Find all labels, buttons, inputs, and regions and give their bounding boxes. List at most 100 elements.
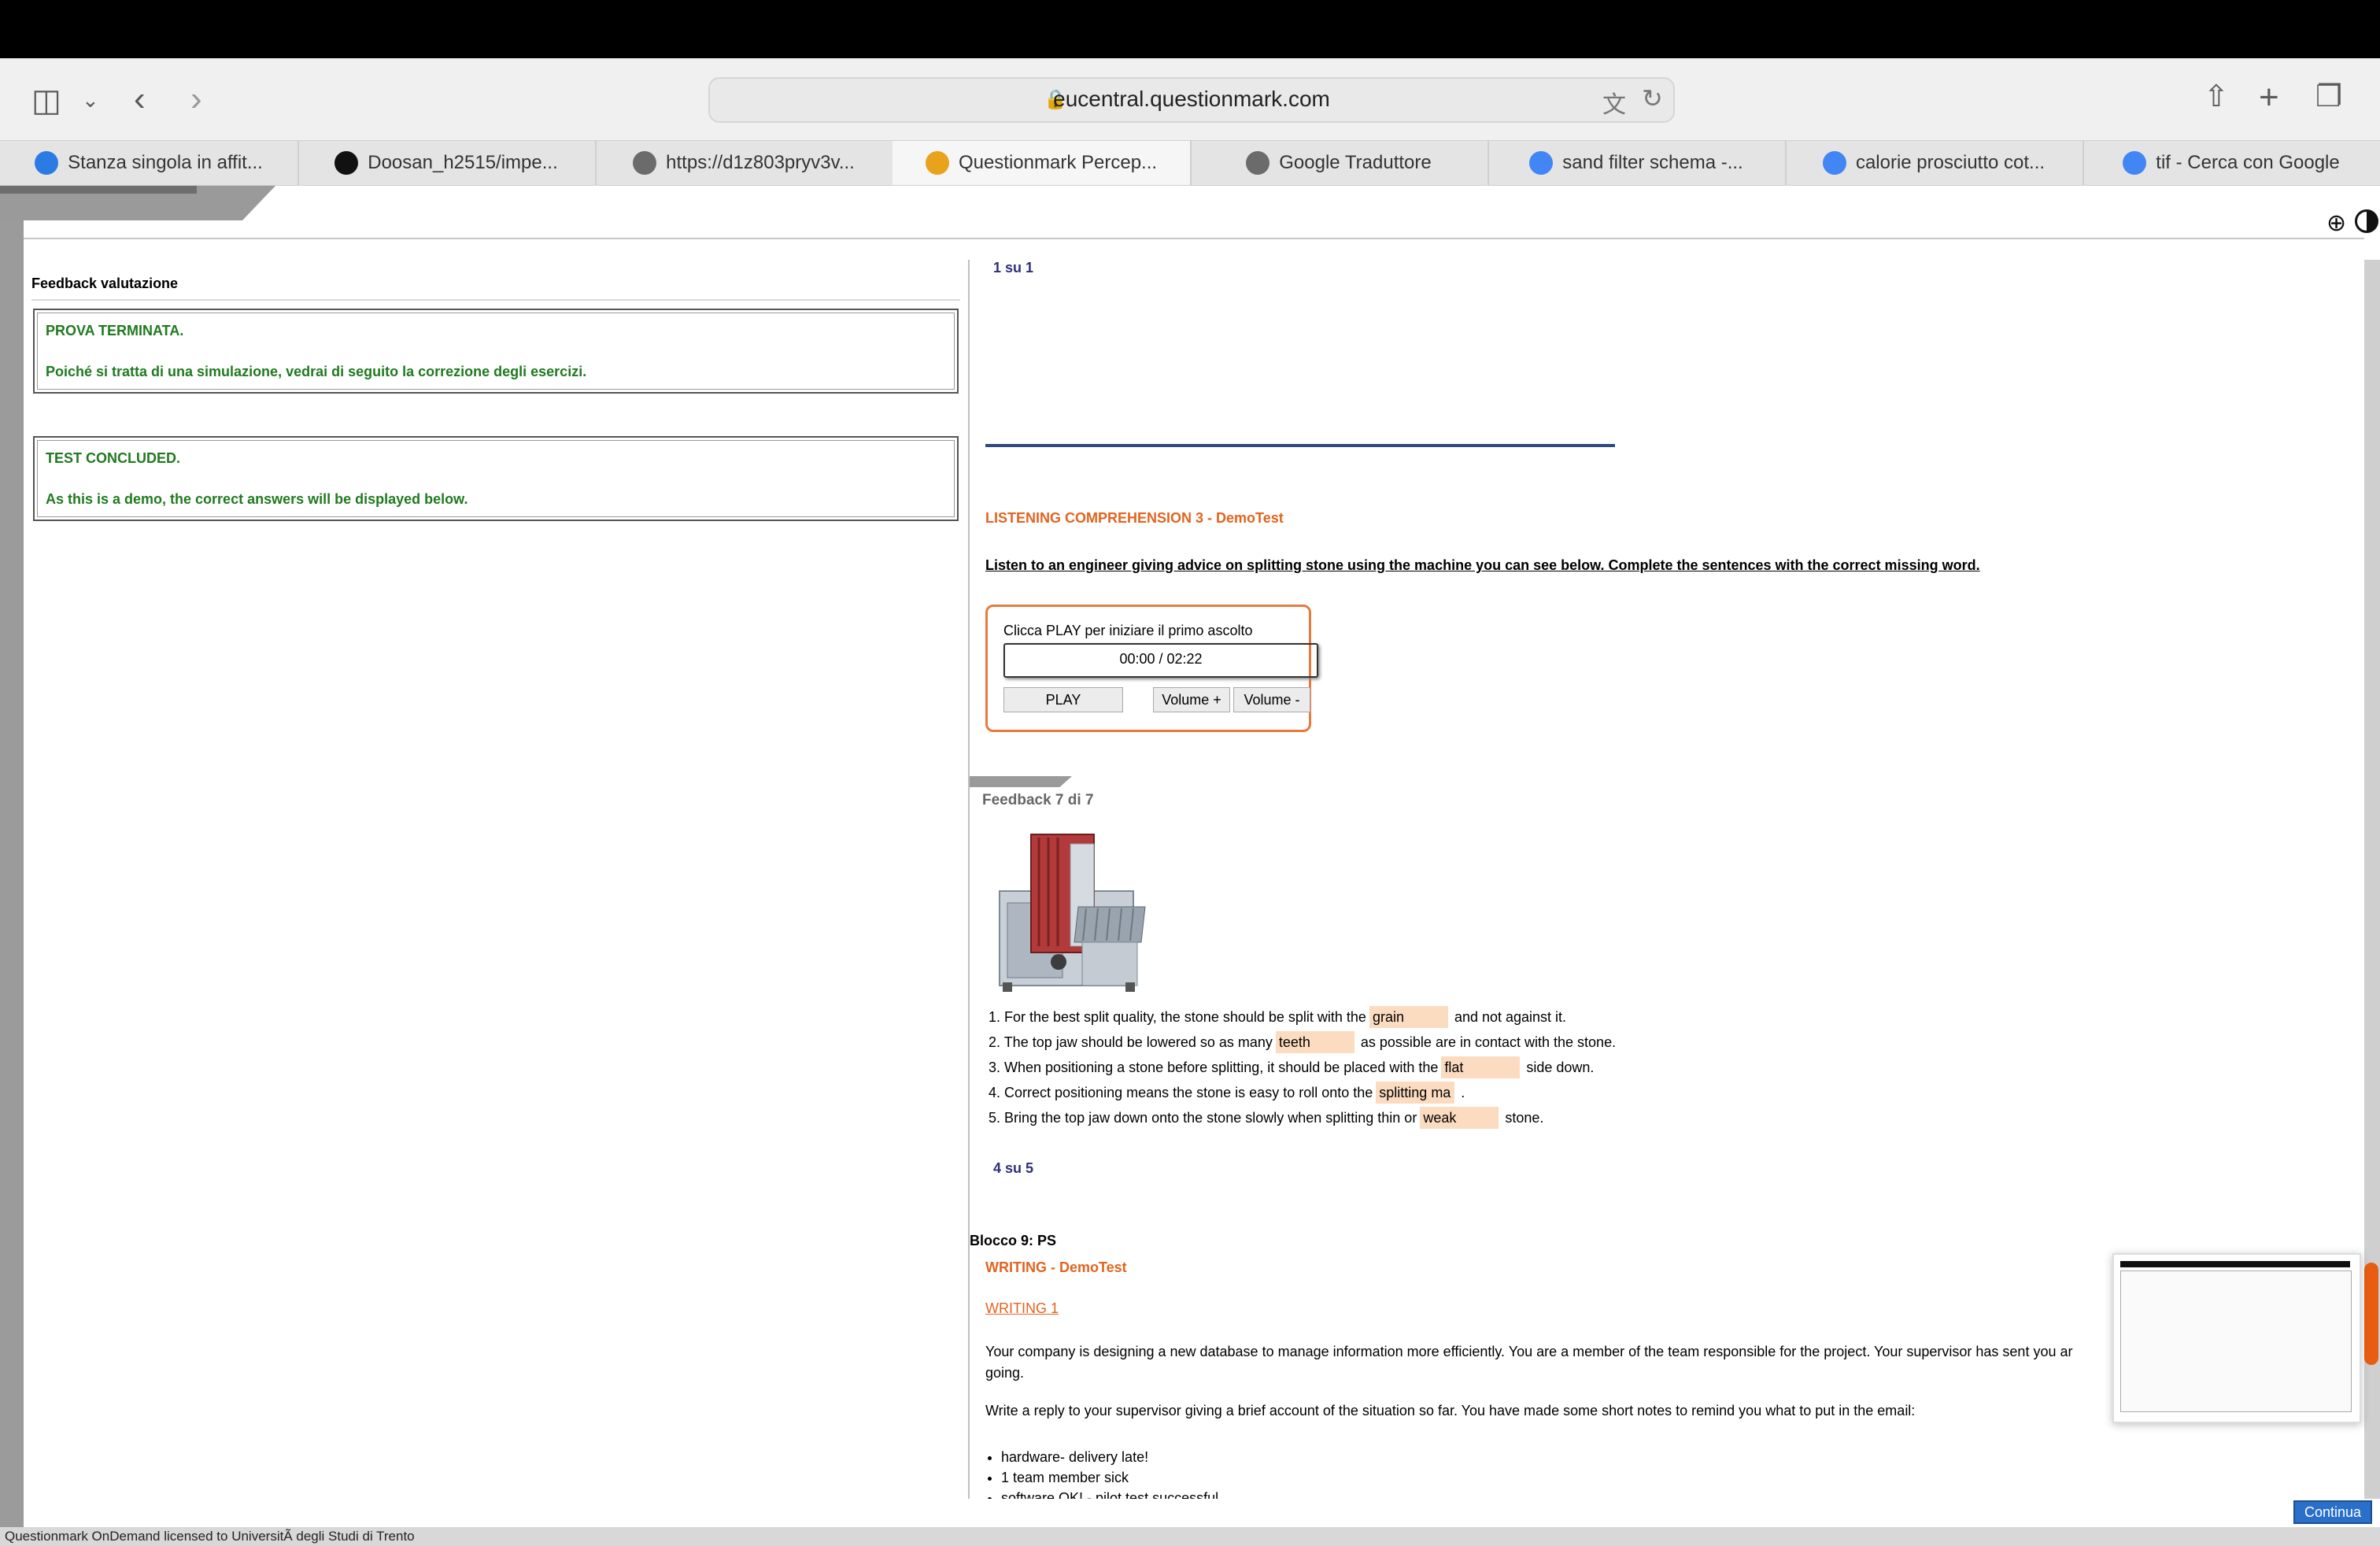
- volume-up-button[interactable]: Volume +: [1153, 687, 1230, 712]
- back-icon[interactable]: ‹: [134, 82, 146, 117]
- header-banner-accent: [0, 186, 197, 194]
- writing-link[interactable]: WRITING 1: [985, 1300, 1059, 1317]
- stone-splitter-machine-image: [999, 834, 1146, 992]
- sentence-item: 2. The top jaw should be lowered so as m…: [989, 1031, 1616, 1053]
- feedback-message: As this is a demo, the correct answers w…: [46, 491, 468, 507]
- tab-label: Google Traduttore: [1279, 152, 1432, 173]
- url-text: eucentral.questionmark.com: [1053, 87, 1330, 111]
- notes-clip: hardware- delivery late! 1 team member s…: [970, 1441, 2364, 1499]
- tab-2[interactable]: https://d1z803pryv3v...: [595, 141, 894, 185]
- share-icon[interactable]: ⇧: [2204, 82, 2229, 112]
- sentence-item: 5. Bring the top jaw down onto the stone…: [989, 1107, 1543, 1129]
- list-item: software OK! - pilot test successful: [1001, 1488, 1218, 1499]
- answer-field[interactable]: weak: [1420, 1107, 1499, 1129]
- play-button[interactable]: PLAY: [1003, 687, 1123, 712]
- tab-label: https://d1z803pryv3v...: [666, 152, 855, 173]
- player-label: Clicca PLAY per iniziare il primo ascolt…: [1003, 623, 1253, 638]
- tab-label: Stanza singola in affit...: [68, 152, 263, 173]
- feedback-title: Feedback valutazione: [31, 276, 179, 291]
- zoom-icon[interactable]: ⊕: [2326, 209, 2346, 237]
- reload-icon[interactable]: ↻: [1642, 83, 1663, 113]
- sentence-item: 4. Correct positioning means the stone i…: [989, 1082, 1465, 1104]
- tab-0[interactable]: Stanza singola in affit...: [0, 141, 299, 185]
- thumbnail-page: [2120, 1270, 2352, 1412]
- sentence-before: 4. Correct positioning means the stone i…: [989, 1085, 1373, 1100]
- thumbnail-header: [2120, 1261, 2350, 1267]
- tab-5[interactable]: sand filter schema -...: [1488, 141, 1787, 185]
- feedback-counter: Feedback 7 di 7: [982, 792, 1094, 808]
- sentence-before: 3. When positioning a stone before split…: [989, 1060, 1439, 1075]
- sentence-item: 1. For the best split quality, the stone…: [989, 1006, 1566, 1028]
- writing-prompt: Your company is designing a new database…: [985, 1344, 2073, 1381]
- sentence-after: side down.: [1526, 1060, 1595, 1075]
- feedback-message: Poiché si tratta di una simulazione, ved…: [46, 364, 587, 379]
- feedback-heading: PROVA TERMINATA.: [46, 323, 184, 338]
- sidebar-toggle-icon[interactable]: ◫: [31, 85, 61, 117]
- google-icon: [2123, 151, 2147, 175]
- tab-label: calorie prosciutto cot...: [1855, 152, 2046, 173]
- sentence-before: 2. The top jaw should be lowered so as m…: [989, 1034, 1273, 1050]
- tab-7[interactable]: tif - Cerca con Google: [2082, 141, 2380, 185]
- feedback-divider: [31, 299, 960, 301]
- sentence-after: .: [1461, 1085, 1465, 1100]
- feedback-heading: TEST CONCLUDED.: [46, 450, 180, 466]
- page-header-strip: [24, 186, 2364, 239]
- page-preview-thumbnail[interactable]: [2112, 1253, 2361, 1423]
- feedback-box-italian: PROVA TERMINATA. Poiché si tratta di una…: [33, 309, 959, 394]
- notes-list: hardware- delivery late! 1 team member s…: [985, 1447, 1218, 1499]
- c-icon: [633, 151, 657, 175]
- chevron-down-icon[interactable]: ⌄: [82, 90, 99, 110]
- g-icon: [1246, 151, 1270, 175]
- answer-field[interactable]: flat: [1441, 1056, 1521, 1078]
- question-counter: 1 su 1: [993, 260, 1034, 276]
- tab-label: sand filter schema -...: [1562, 152, 1743, 173]
- scrollbar-thumb[interactable]: [2364, 1263, 2378, 1365]
- status-bar: Questionmark OnDemand licensed to Univer…: [0, 1527, 2380, 1546]
- list-item: hardware- delivery late!: [1001, 1447, 1218, 1467]
- sentence-before: 5. Bring the top jaw down onto the stone…: [989, 1110, 1417, 1126]
- tab-label: Doosan_h2515/impe...: [368, 152, 558, 173]
- writing-instructions: Write a reply to your supervisor giving …: [985, 1403, 1916, 1418]
- section-title: LISTENING COMPREHENSION 3 - DemoTest: [985, 510, 1284, 526]
- tab-4[interactable]: Google Traduttore: [1190, 141, 1489, 185]
- block-label: Blocco 9: PS: [970, 1233, 1057, 1248]
- google-icon: [1529, 151, 1554, 175]
- volume-down-button[interactable]: Volume -: [1233, 687, 1310, 712]
- translate-icon[interactable]: 文: [1602, 85, 1626, 120]
- sentence-after: as possible are in contact with the ston…: [1360, 1034, 1617, 1050]
- window-top-bar: [0, 0, 2380, 58]
- info-icon: [35, 151, 59, 175]
- google-icon: [1822, 151, 1846, 175]
- tab-1[interactable]: Doosan_h2515/impe...: [298, 141, 597, 185]
- tab-6[interactable]: calorie prosciutto cot...: [1785, 141, 2084, 185]
- list-item: 1 team member sick: [1001, 1467, 1218, 1488]
- forward-icon[interactable]: ›: [190, 82, 202, 117]
- sentence-after: stone.: [1505, 1110, 1544, 1126]
- writing-title: WRITING - DemoTest: [985, 1259, 1127, 1275]
- sentence-after: and not against it.: [1454, 1009, 1567, 1025]
- answer-field[interactable]: splitting ma: [1376, 1082, 1455, 1104]
- page-left-gutter: [0, 186, 24, 1533]
- contrast-icon[interactable]: [2355, 209, 2378, 233]
- license-text: Questionmark OnDemand licensed to Univer…: [5, 1529, 415, 1544]
- tab-label: tif - Cerca con Google: [2156, 152, 2340, 173]
- feedback-banner-shape: [970, 776, 1072, 787]
- tab-overview-icon[interactable]: ❐: [2315, 82, 2342, 112]
- new-tab-icon[interactable]: +: [2259, 80, 2279, 115]
- continue-button[interactable]: Continua: [2293, 1500, 2372, 1524]
- address-bar[interactable]: 🔒 eucentral.questionmark.com 文 ↻: [708, 77, 1675, 123]
- sentence-item: 3. When positioning a stone before split…: [989, 1056, 1594, 1078]
- answer-field[interactable]: grain: [1369, 1006, 1448, 1028]
- answer-field[interactable]: teeth: [1275, 1031, 1354, 1053]
- github-icon: [334, 151, 359, 175]
- instructions: Listen to an engineer giving advice on s…: [985, 557, 1980, 573]
- question-counter: 4 su 5: [993, 1160, 1034, 1176]
- tab-3[interactable]: Questionmark Percep...: [893, 141, 1192, 185]
- tab-strip: Stanza singola in affit... Doosan_h2515/i…: [0, 140, 2380, 186]
- audio-player: Clicca PLAY per iniziare il primo ascolt…: [985, 605, 1318, 732]
- sentence-before: 1. For the best split quality, the stone…: [989, 1009, 1366, 1025]
- player-time-display: 00:00 / 02:22: [1003, 643, 1318, 678]
- tab-label: Questionmark Percep...: [958, 152, 1158, 173]
- feedback-box-english: TEST CONCLUDED. As this is a demo, the c…: [33, 436, 959, 521]
- panel-divider: [968, 260, 970, 1499]
